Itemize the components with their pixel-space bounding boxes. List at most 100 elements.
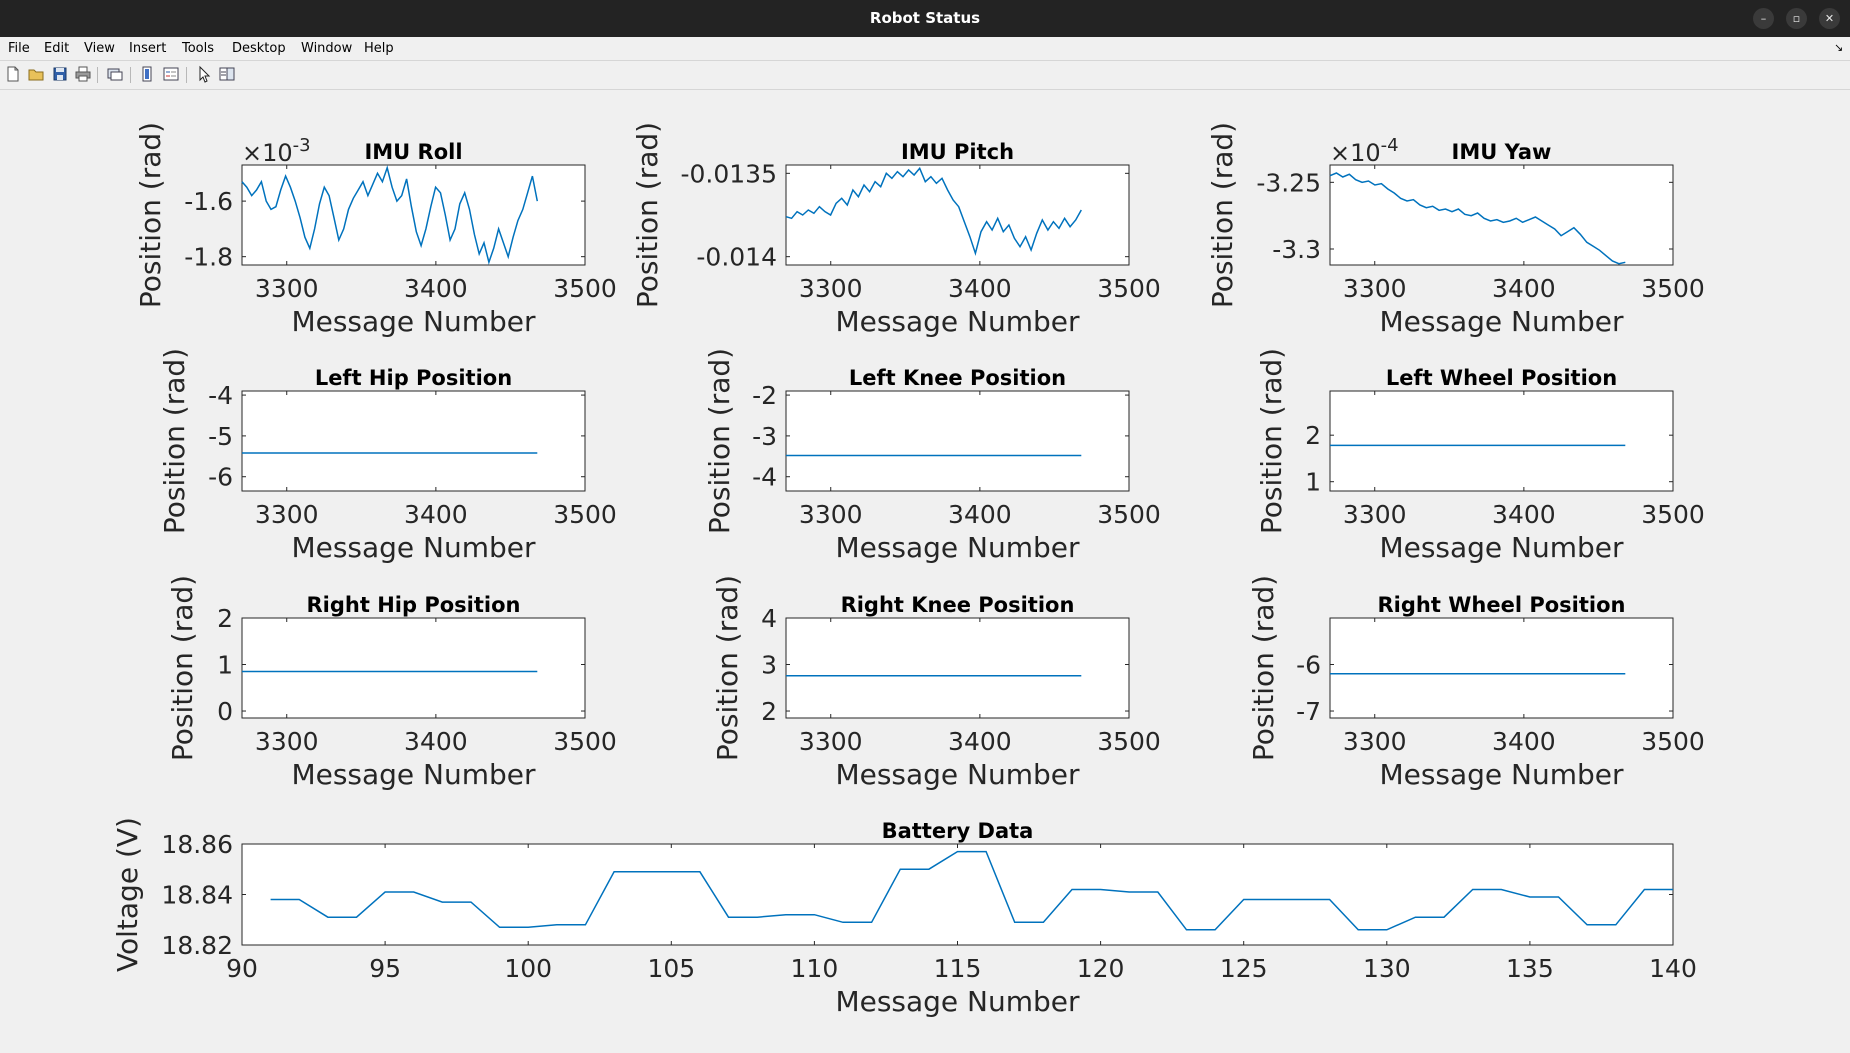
x-tick-label: 3300 (255, 500, 319, 529)
y-tick-label: -1.6 (184, 187, 233, 216)
x-tick-label: 135 (1506, 954, 1554, 983)
menu-desktop[interactable]: Desktop (232, 41, 286, 56)
menu-help[interactable]: Help (364, 41, 394, 56)
x-tick-label: 110 (791, 954, 839, 983)
y-tick-label: -5 (208, 422, 233, 451)
x-tick-label: 3500 (1097, 274, 1161, 303)
x-tick-label: 115 (934, 954, 982, 983)
y-tick-label: 1 (1305, 468, 1321, 497)
x-tick-label: 3300 (799, 274, 863, 303)
property-editor-icon[interactable] (218, 65, 236, 83)
toolbar-separator (186, 67, 187, 83)
chart-title: IMU Yaw (1452, 140, 1552, 164)
menu-window[interactable]: Window (301, 41, 352, 56)
y-tick-label: -3 (752, 422, 777, 451)
x-tick-label: 120 (1077, 954, 1125, 983)
x-tick-label: 3500 (1641, 727, 1705, 756)
x-tick-label: 130 (1363, 954, 1411, 983)
x-axis-label: Message Number (291, 758, 536, 791)
axes-imu-yaw[interactable]: 3300 3400 3500 -3.25 -3.3 IMU Yaw Message Numb… (1206, 122, 1705, 338)
x-axis-label: Message Number (1379, 305, 1624, 338)
x-tick-label: 3400 (948, 500, 1012, 529)
menu-edit[interactable]: Edit (44, 41, 69, 56)
menu-tools[interactable]: Tools (182, 41, 214, 56)
axes-right-hip[interactable]: 3300 3400 3500 2 1 0 Right Hip Position Message… (166, 575, 617, 791)
y-tick-label: -7 (1296, 697, 1321, 726)
y-tick-label: 1 (217, 651, 233, 680)
y-tick-label: -4 (752, 463, 777, 492)
menu-insert[interactable]: Insert (129, 41, 166, 56)
window-title: Robot Status (869, 9, 981, 27)
x-tick-label: 3300 (1343, 727, 1407, 756)
x-tick-label: 3300 (1343, 274, 1407, 303)
axes-box (1329, 164, 1674, 266)
print-icon[interactable] (74, 65, 92, 83)
y-tick-label: -1.8 (184, 243, 233, 272)
y-axis-label: Position (rad) (1247, 575, 1280, 761)
x-tick-label: 140 (1649, 954, 1697, 983)
x-axis-label: Message Number (835, 985, 1080, 1018)
x-tick-label: 3500 (1097, 500, 1161, 529)
y-tick-label: -6 (1296, 651, 1321, 680)
menu-file[interactable]: File (8, 41, 30, 56)
minimize-button[interactable]: – (1753, 8, 1774, 29)
axes-box (785, 164, 1130, 266)
chart-title: Right Wheel Position (1378, 593, 1626, 617)
y-tick-label: -6 (208, 463, 233, 492)
y-axis-label: Position (rad) (631, 122, 664, 308)
x-tick-label: 3500 (1641, 274, 1705, 303)
toolbar-separator (130, 67, 131, 83)
x-axis-label: Message Number (1379, 531, 1624, 564)
x-tick-label: 3500 (553, 500, 617, 529)
save-icon[interactable] (51, 65, 69, 83)
colorbar-icon[interactable] (139, 65, 157, 83)
x-tick-label: 3400 (1492, 500, 1556, 529)
toolbar-separator (97, 67, 98, 83)
figure-canvas[interactable]: 3300 3400 3500 -1.6 -1.8 IMU Roll Message Numb… (0, 90, 1850, 1053)
y-tick-label: 2 (217, 604, 233, 633)
maximize-button[interactable]: ▫ (1786, 8, 1807, 29)
x-axis-label: Message Number (1379, 758, 1624, 791)
axes-left-knee[interactable]: 3300 3400 3500 -2 -3 -4 Left Knee Position Mess… (703, 348, 1161, 564)
y-tick-label: 0 (217, 697, 233, 726)
pointer-icon[interactable] (195, 65, 213, 83)
x-tick-label: 3400 (948, 727, 1012, 756)
figure-toolbar (0, 61, 1850, 90)
chart-title: IMU Pitch (901, 140, 1014, 164)
y-tick-label: 4 (761, 604, 777, 633)
y-tick-label: -3.3 (1272, 235, 1321, 264)
x-tick-label: 3300 (799, 500, 863, 529)
axes-right-wheel[interactable]: 3300 3400 3500 -6 -7 Right Wheel Position Mess… (1247, 575, 1705, 791)
y-tick-label: -0.014 (696, 243, 777, 272)
x-axis-label: Message Number (835, 531, 1080, 564)
link-icon[interactable] (106, 65, 124, 83)
close-button[interactable]: ✕ (1819, 8, 1840, 29)
x-tick-label: 3500 (553, 274, 617, 303)
y-axis-label: Position (rad) (158, 348, 191, 534)
x-tick-label: 3500 (1097, 727, 1161, 756)
open-file-icon[interactable] (27, 65, 45, 83)
axes-box (241, 843, 1674, 946)
undock-icon[interactable]: ↘ (1834, 41, 1843, 54)
chart-title: Right Knee Position (841, 593, 1075, 617)
axes-imu-pitch[interactable]: 3300 3400 3500 -0.0135 -0.014 IMU Pitch Messag… (631, 122, 1161, 338)
axes-box (241, 390, 586, 492)
y-tick-label: 3 (761, 651, 777, 680)
y-axis-label: Position (rad) (711, 575, 744, 761)
y-tick-label: -4 (208, 381, 233, 410)
new-figure-icon[interactable] (4, 65, 22, 83)
legend-icon[interactable] (162, 65, 180, 83)
axes-left-wheel[interactable]: 3300 3400 3500 2 1 Left Wheel Position Message… (1255, 348, 1705, 564)
menu-view[interactable]: View (84, 41, 115, 56)
axes-left-hip[interactable]: 3300 3400 3500 -4 -5 -6 Left Hip Position Messa… (158, 348, 617, 564)
plot-area: 3300 3400 3500 -1.6 -1.8 IMU Roll Message Numb… (111, 122, 1705, 1018)
axes-right-knee[interactable]: 3300 3400 3500 4 3 2 Right Knee Position Messag… (711, 575, 1161, 791)
x-tick-label: 3400 (404, 274, 468, 303)
chart-title: Right Hip Position (307, 593, 521, 617)
axes-imu-roll[interactable]: 3300 3400 3500 -1.6 -1.8 IMU Roll Message Numb… (134, 122, 617, 338)
x-axis-label: Message Number (835, 305, 1080, 338)
axes-battery[interactable]: 90 95 100 105 110 115 120 125 130 135 14018.8618.8… (111, 817, 1697, 1018)
chart-title: Battery Data (882, 819, 1034, 843)
y-tick-label: 2 (761, 697, 777, 726)
y-axis-label: Position (rad) (703, 348, 736, 534)
